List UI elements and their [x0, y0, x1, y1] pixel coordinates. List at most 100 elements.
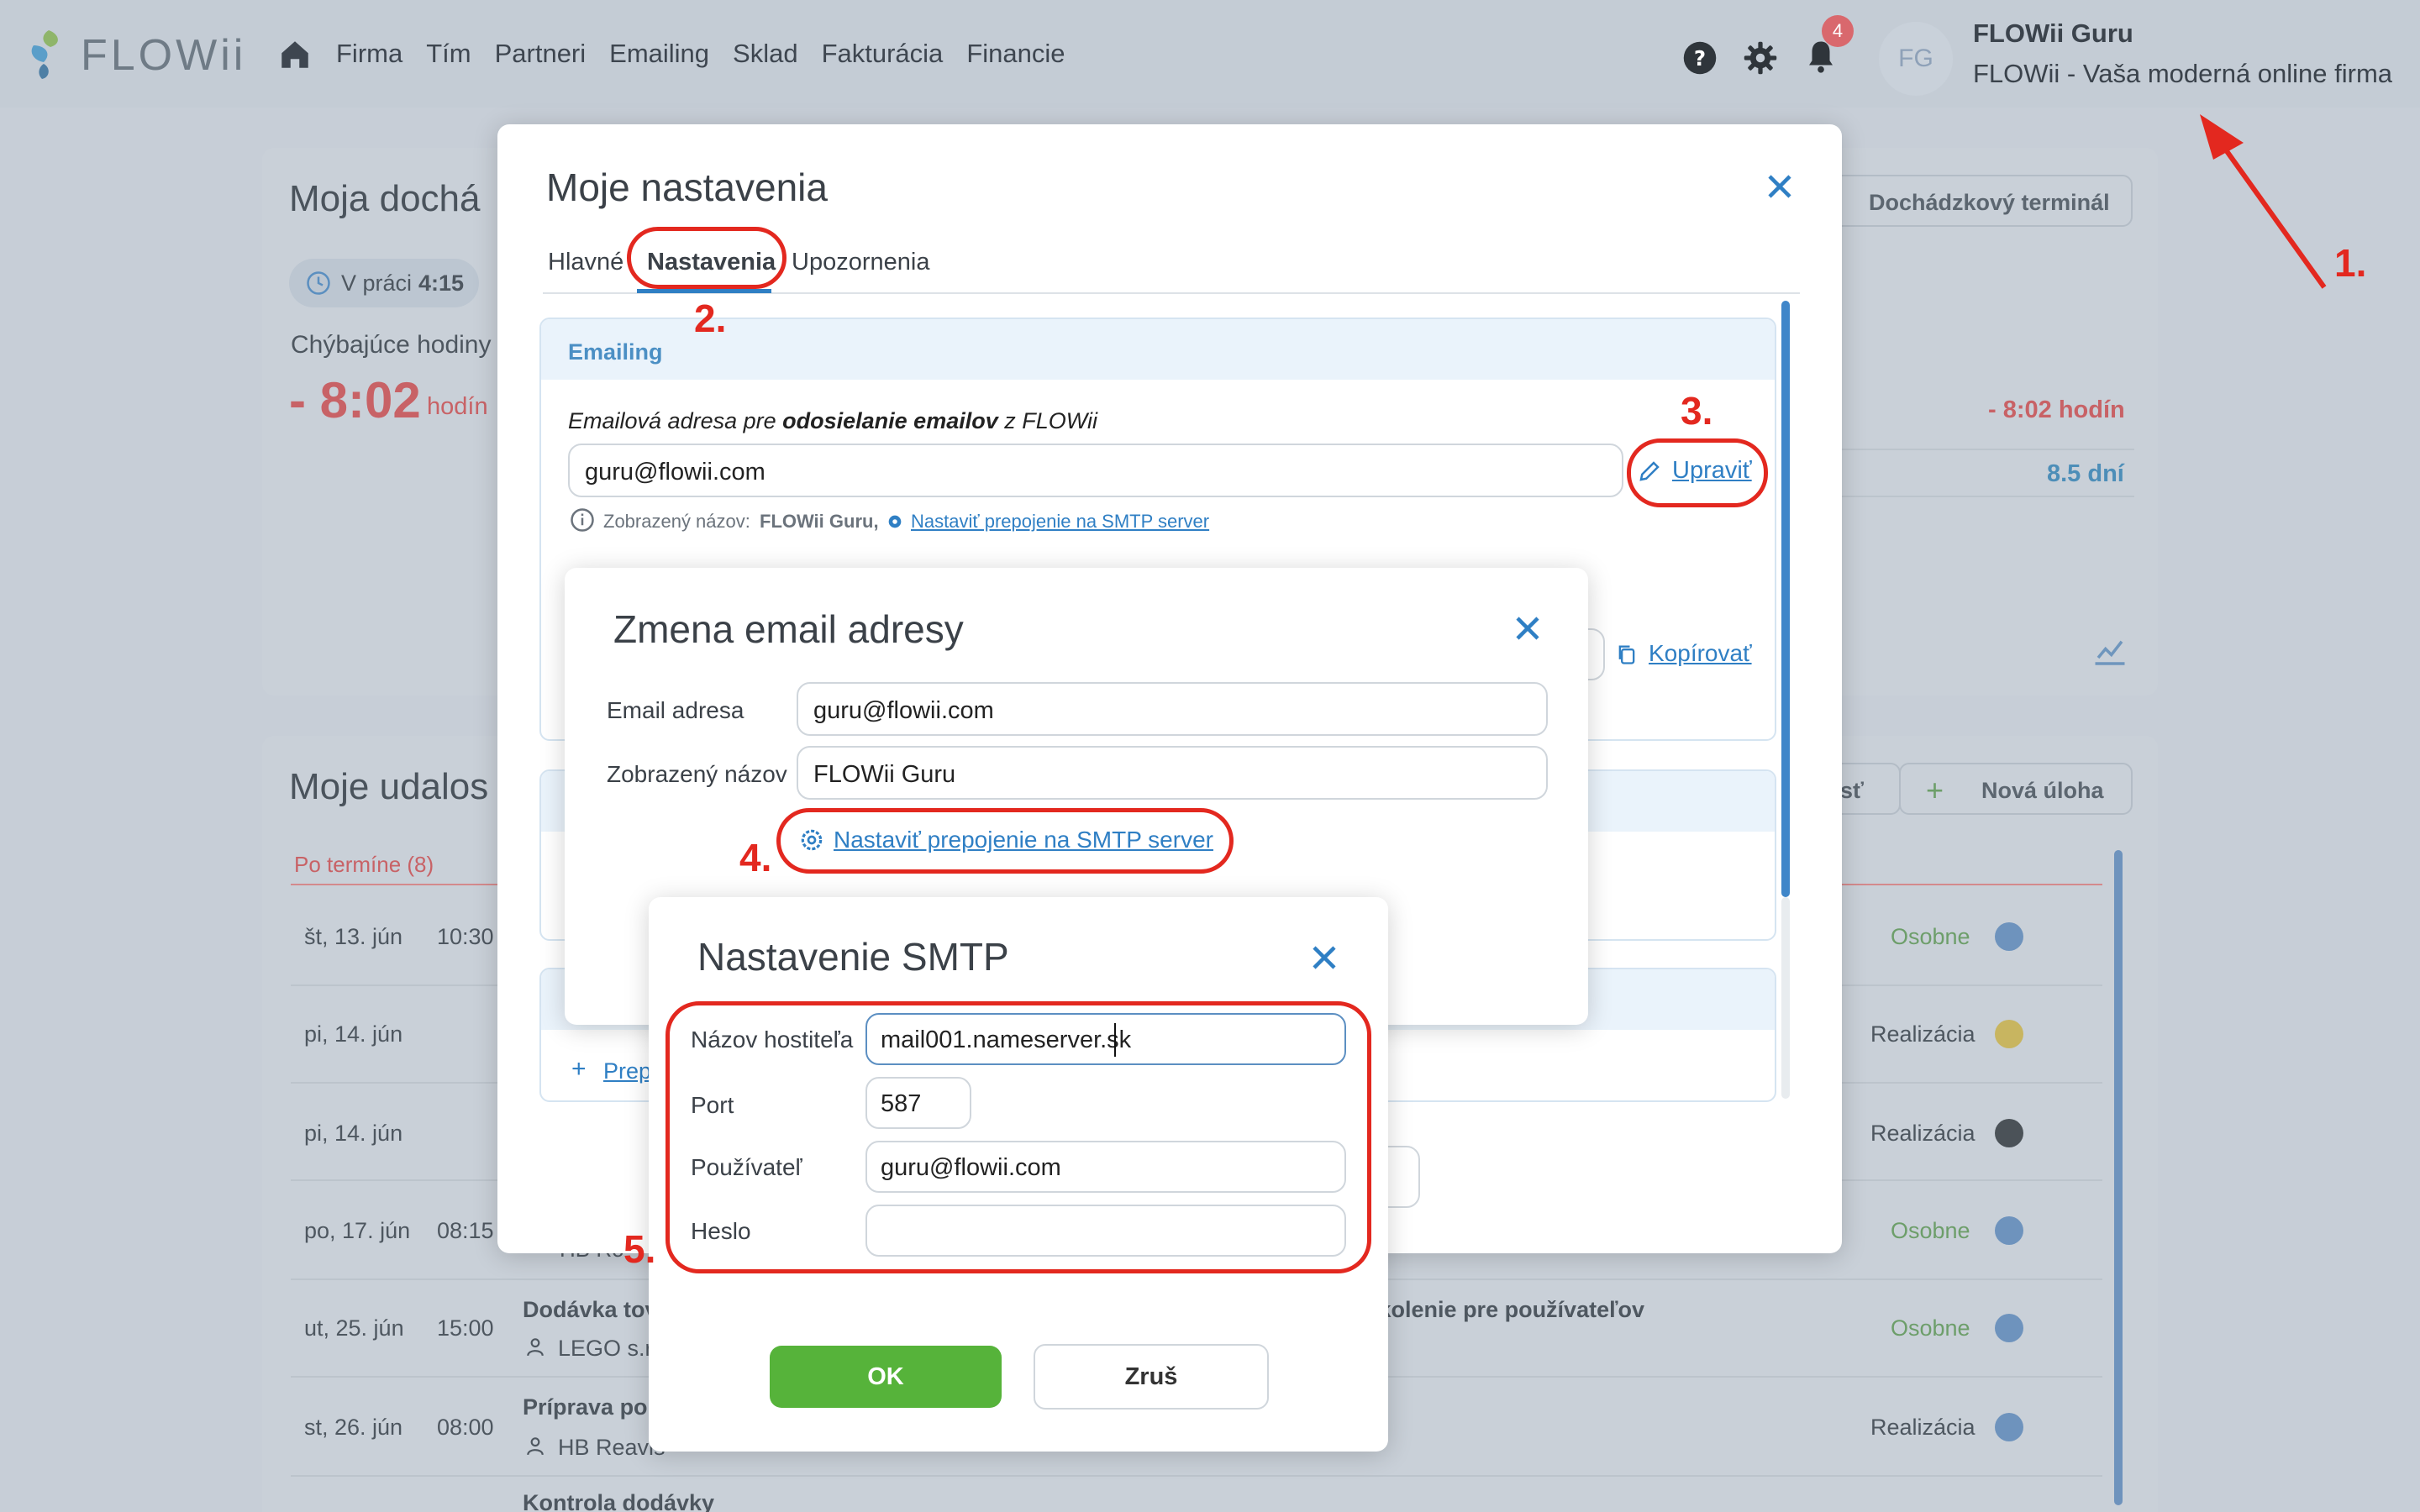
attendance-title: Moja dochá: [289, 178, 481, 219]
row-title: Kontrola dodávky: [523, 1490, 715, 1512]
plus-icon: +: [1926, 773, 1944, 807]
display-name-label: Zobrazený názov:: [603, 511, 750, 532]
row-time: 08:15: [437, 1218, 494, 1243]
play-icon: [1995, 1020, 2023, 1048]
email-address-label: Email adresa: [607, 697, 744, 723]
scrollbar-track: [1781, 897, 1790, 1099]
display-name-input-value: FLOWii Guru: [813, 761, 956, 788]
training-text: e Školenie pre používateľov: [1344, 1297, 1645, 1322]
step-3-label: 3.: [1681, 389, 1713, 433]
row-time: 10:30: [437, 924, 494, 949]
partial-button-label: sť: [1840, 778, 1864, 803]
cancel-button[interactable]: Zruš: [1034, 1344, 1269, 1410]
hourglass-icon: [1995, 1413, 2023, 1441]
copy-link[interactable]: Kopírovať: [1649, 640, 1752, 667]
step-1-label: 1.: [2334, 241, 2367, 285]
change-email-title: Zmena email adresy: [613, 607, 964, 651]
new-task-button[interactable]: + Nová úloha: [1899, 763, 2133, 815]
right-days: 8.5 dní: [2047, 460, 2124, 487]
right-missing-hours: - 8:02 hodín: [1988, 396, 2125, 423]
email-address-input[interactable]: guru@flowii.com: [797, 682, 1548, 736]
sending-email-value: guru@flowii.com: [585, 459, 765, 486]
close-icon[interactable]: [1765, 171, 1795, 202]
row-date: ut, 25. jún: [304, 1315, 404, 1341]
display-name-field-label: Zobrazený názov: [607, 761, 787, 787]
row-date: pi, 14. jún: [304, 1021, 403, 1047]
gear-icon[interactable]: [1743, 40, 1778, 76]
settings-dialog-title: Moje nastavenia: [546, 165, 828, 209]
events-title: Moje udalos: [289, 766, 489, 807]
row-date: št, 13. jún: [304, 924, 403, 949]
active-tab-indicator: [637, 289, 771, 293]
flowii-logo-icon[interactable]: [25, 27, 72, 81]
emailing-section-title: Emailing: [568, 339, 663, 365]
in-work-label: V práci: [341, 270, 413, 296]
email-purpose-bold: odosielanie emailov: [782, 408, 998, 433]
tab-upozornenia[interactable]: Upozornenia: [792, 249, 929, 276]
email-purpose-post: z FLOWii: [997, 408, 1097, 433]
row-status: Osobne: [1891, 924, 1970, 949]
settings-scrollbar[interactable]: [1781, 301, 1790, 897]
home-icon[interactable]: [277, 37, 313, 72]
nav-firma[interactable]: Firma: [336, 39, 402, 72]
row-status: Osobne: [1891, 1315, 1970, 1341]
nav-financie[interactable]: Financie: [966, 39, 1065, 72]
annotation-ring-tab: [627, 227, 786, 289]
nav-fakturacia[interactable]: Fakturácia: [822, 39, 944, 72]
person-icon: [527, 1338, 544, 1357]
missing-hours-label: Chýbajúce hodiny: [291, 331, 492, 359]
clock-icon: [307, 271, 330, 295]
step-4-label: 4.: [739, 836, 772, 879]
terminal-button-label: Dochádzkový terminál: [1869, 190, 2110, 215]
nav-tim[interactable]: Tím: [426, 39, 471, 72]
row-status: Osobne: [1891, 1218, 1970, 1243]
missing-hours-unit: hodín: [427, 393, 488, 420]
logo-text[interactable]: FLOWii: [81, 30, 246, 81]
add-link[interactable]: Prep: [603, 1058, 651, 1084]
row-status: Realizácia: [1870, 1415, 1975, 1440]
ok-button[interactable]: OK: [770, 1346, 1002, 1408]
hourglass-icon: [1995, 922, 2023, 951]
copy-icon[interactable]: [1615, 642, 1639, 667]
smtp-link-small[interactable]: Nastaviť prepojenie na SMTP server: [911, 511, 1209, 533]
gear-icon[interactable]: [886, 512, 904, 531]
new-task-label: Nová úloha: [1981, 778, 2104, 803]
avatar[interactable]: FG: [1879, 22, 1953, 96]
row-status: Realizácia: [1870, 1021, 1975, 1047]
notification-badge: 4: [1822, 15, 1854, 47]
row-sub: LEGO s.r: [558, 1336, 653, 1361]
nav-sklad[interactable]: Sklad: [733, 39, 798, 72]
row-date: pi, 14. jún: [304, 1121, 403, 1146]
chart-icon[interactable]: [2092, 637, 2128, 667]
hourglass-icon: [1995, 1314, 2023, 1342]
svg-text:?: ?: [1694, 46, 1706, 71]
info-icon: [571, 508, 594, 532]
close-icon[interactable]: [1309, 942, 1339, 973]
row-time: 15:00: [437, 1315, 494, 1341]
annotation-arrow: [2200, 114, 2327, 289]
hourglass-icon: [1995, 1216, 2023, 1245]
row-title: Dodávka tov: [523, 1297, 658, 1322]
tab-hlavne[interactable]: Hlavné: [548, 249, 623, 276]
email-purpose-label: Emailová adresa pre odosielanie emailov …: [568, 408, 1097, 434]
sending-email-field[interactable]: guru@flowii.com: [568, 444, 1623, 497]
smtp-dialog-title: Nastavenie SMTP: [697, 935, 1009, 979]
nav-partneri[interactable]: Partneri: [495, 39, 587, 72]
row-status: Realizácia: [1870, 1121, 1975, 1146]
nav-emailing[interactable]: Emailing: [609, 39, 709, 72]
step-5-label: 5.: [623, 1227, 656, 1271]
add-plus-icon[interactable]: +: [571, 1055, 587, 1084]
events-scrollbar[interactable]: [2114, 850, 2123, 1505]
email-purpose-pre: Emailová adresa pre: [568, 408, 783, 433]
person-icon: [527, 1437, 544, 1456]
main-nav: Firma Tím Partneri Emailing Sklad Faktur…: [336, 39, 1065, 72]
annotation-ring-edit: [1627, 438, 1768, 507]
terminal-button[interactable]: Dochádzkový terminál: [1815, 175, 2133, 227]
display-name-input[interactable]: FLOWii Guru: [797, 746, 1548, 800]
overdue-label: Po termíne (8): [294, 852, 434, 877]
step-2-label: 2.: [694, 297, 727, 340]
help-icon[interactable]: ?: [1682, 40, 1718, 76]
user-name[interactable]: FLOWii Guru: [1973, 18, 2133, 49]
close-icon[interactable]: [1512, 613, 1543, 643]
missing-hours-value: - 8:02: [289, 372, 421, 428]
